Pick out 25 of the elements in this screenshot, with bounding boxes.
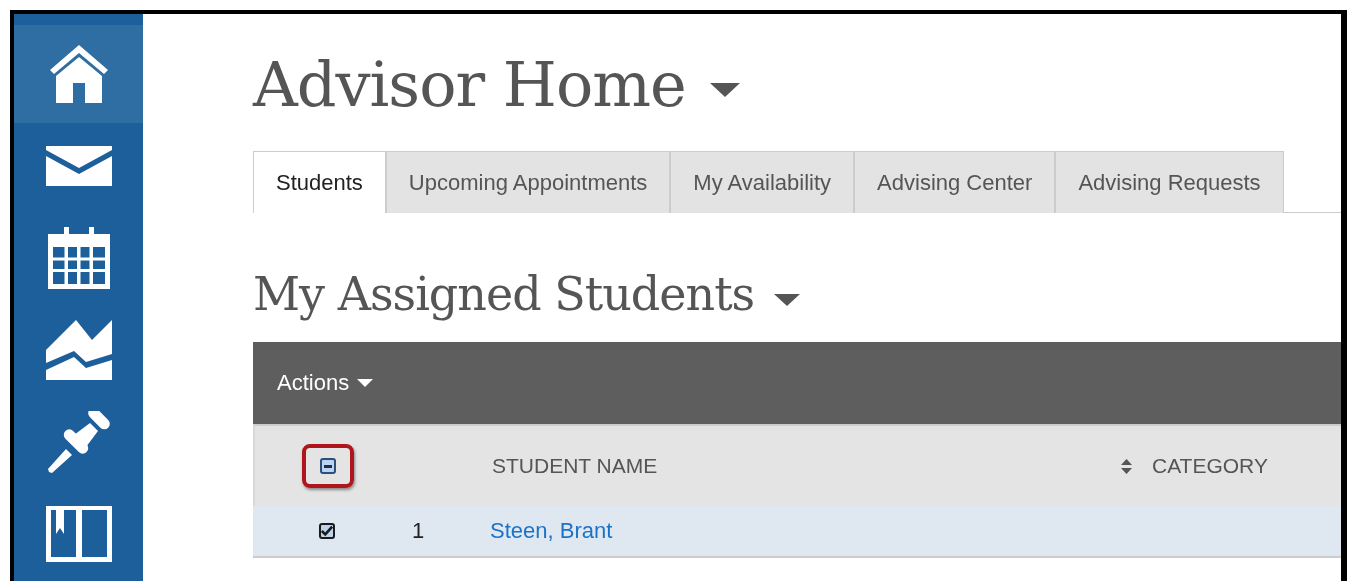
column-header[interactable]: CATEGORY xyxy=(1152,454,1268,478)
actions-menu[interactable]: Actions xyxy=(277,370,374,396)
nav-item[interactable] xyxy=(14,25,143,123)
book-icon xyxy=(45,506,112,562)
student-name-link[interactable]: Steen, Brant xyxy=(490,518,613,543)
sort-icon[interactable] xyxy=(1121,458,1132,474)
tab[interactable]: Advising Center xyxy=(854,151,1056,213)
column-header[interactable]: STUDENT NAME xyxy=(492,454,658,478)
caret-icon[interactable] xyxy=(774,294,801,306)
envelope-icon xyxy=(45,146,112,186)
select-all-checkbox[interactable] xyxy=(319,458,336,474)
pushpin-icon xyxy=(47,411,110,473)
row-checkbox[interactable] xyxy=(318,523,335,539)
table-row[interactable]: 1 Steen, Brant xyxy=(253,506,1341,558)
tab[interactable]: Advising Requests xyxy=(1055,151,1284,213)
caret-icon[interactable] xyxy=(709,83,740,97)
page-title: Advisor Home xyxy=(253,47,686,121)
section-title: My Assigned Students xyxy=(253,267,755,321)
caret-icon xyxy=(357,379,374,387)
tab[interactable]: My Availability xyxy=(670,151,855,213)
row-number: 1 xyxy=(412,518,425,543)
tab[interactable]: Students xyxy=(253,151,386,213)
tab[interactable]: Upcoming Appointments xyxy=(385,151,671,213)
area-chart-icon xyxy=(45,320,112,380)
calendar-icon xyxy=(47,227,110,289)
